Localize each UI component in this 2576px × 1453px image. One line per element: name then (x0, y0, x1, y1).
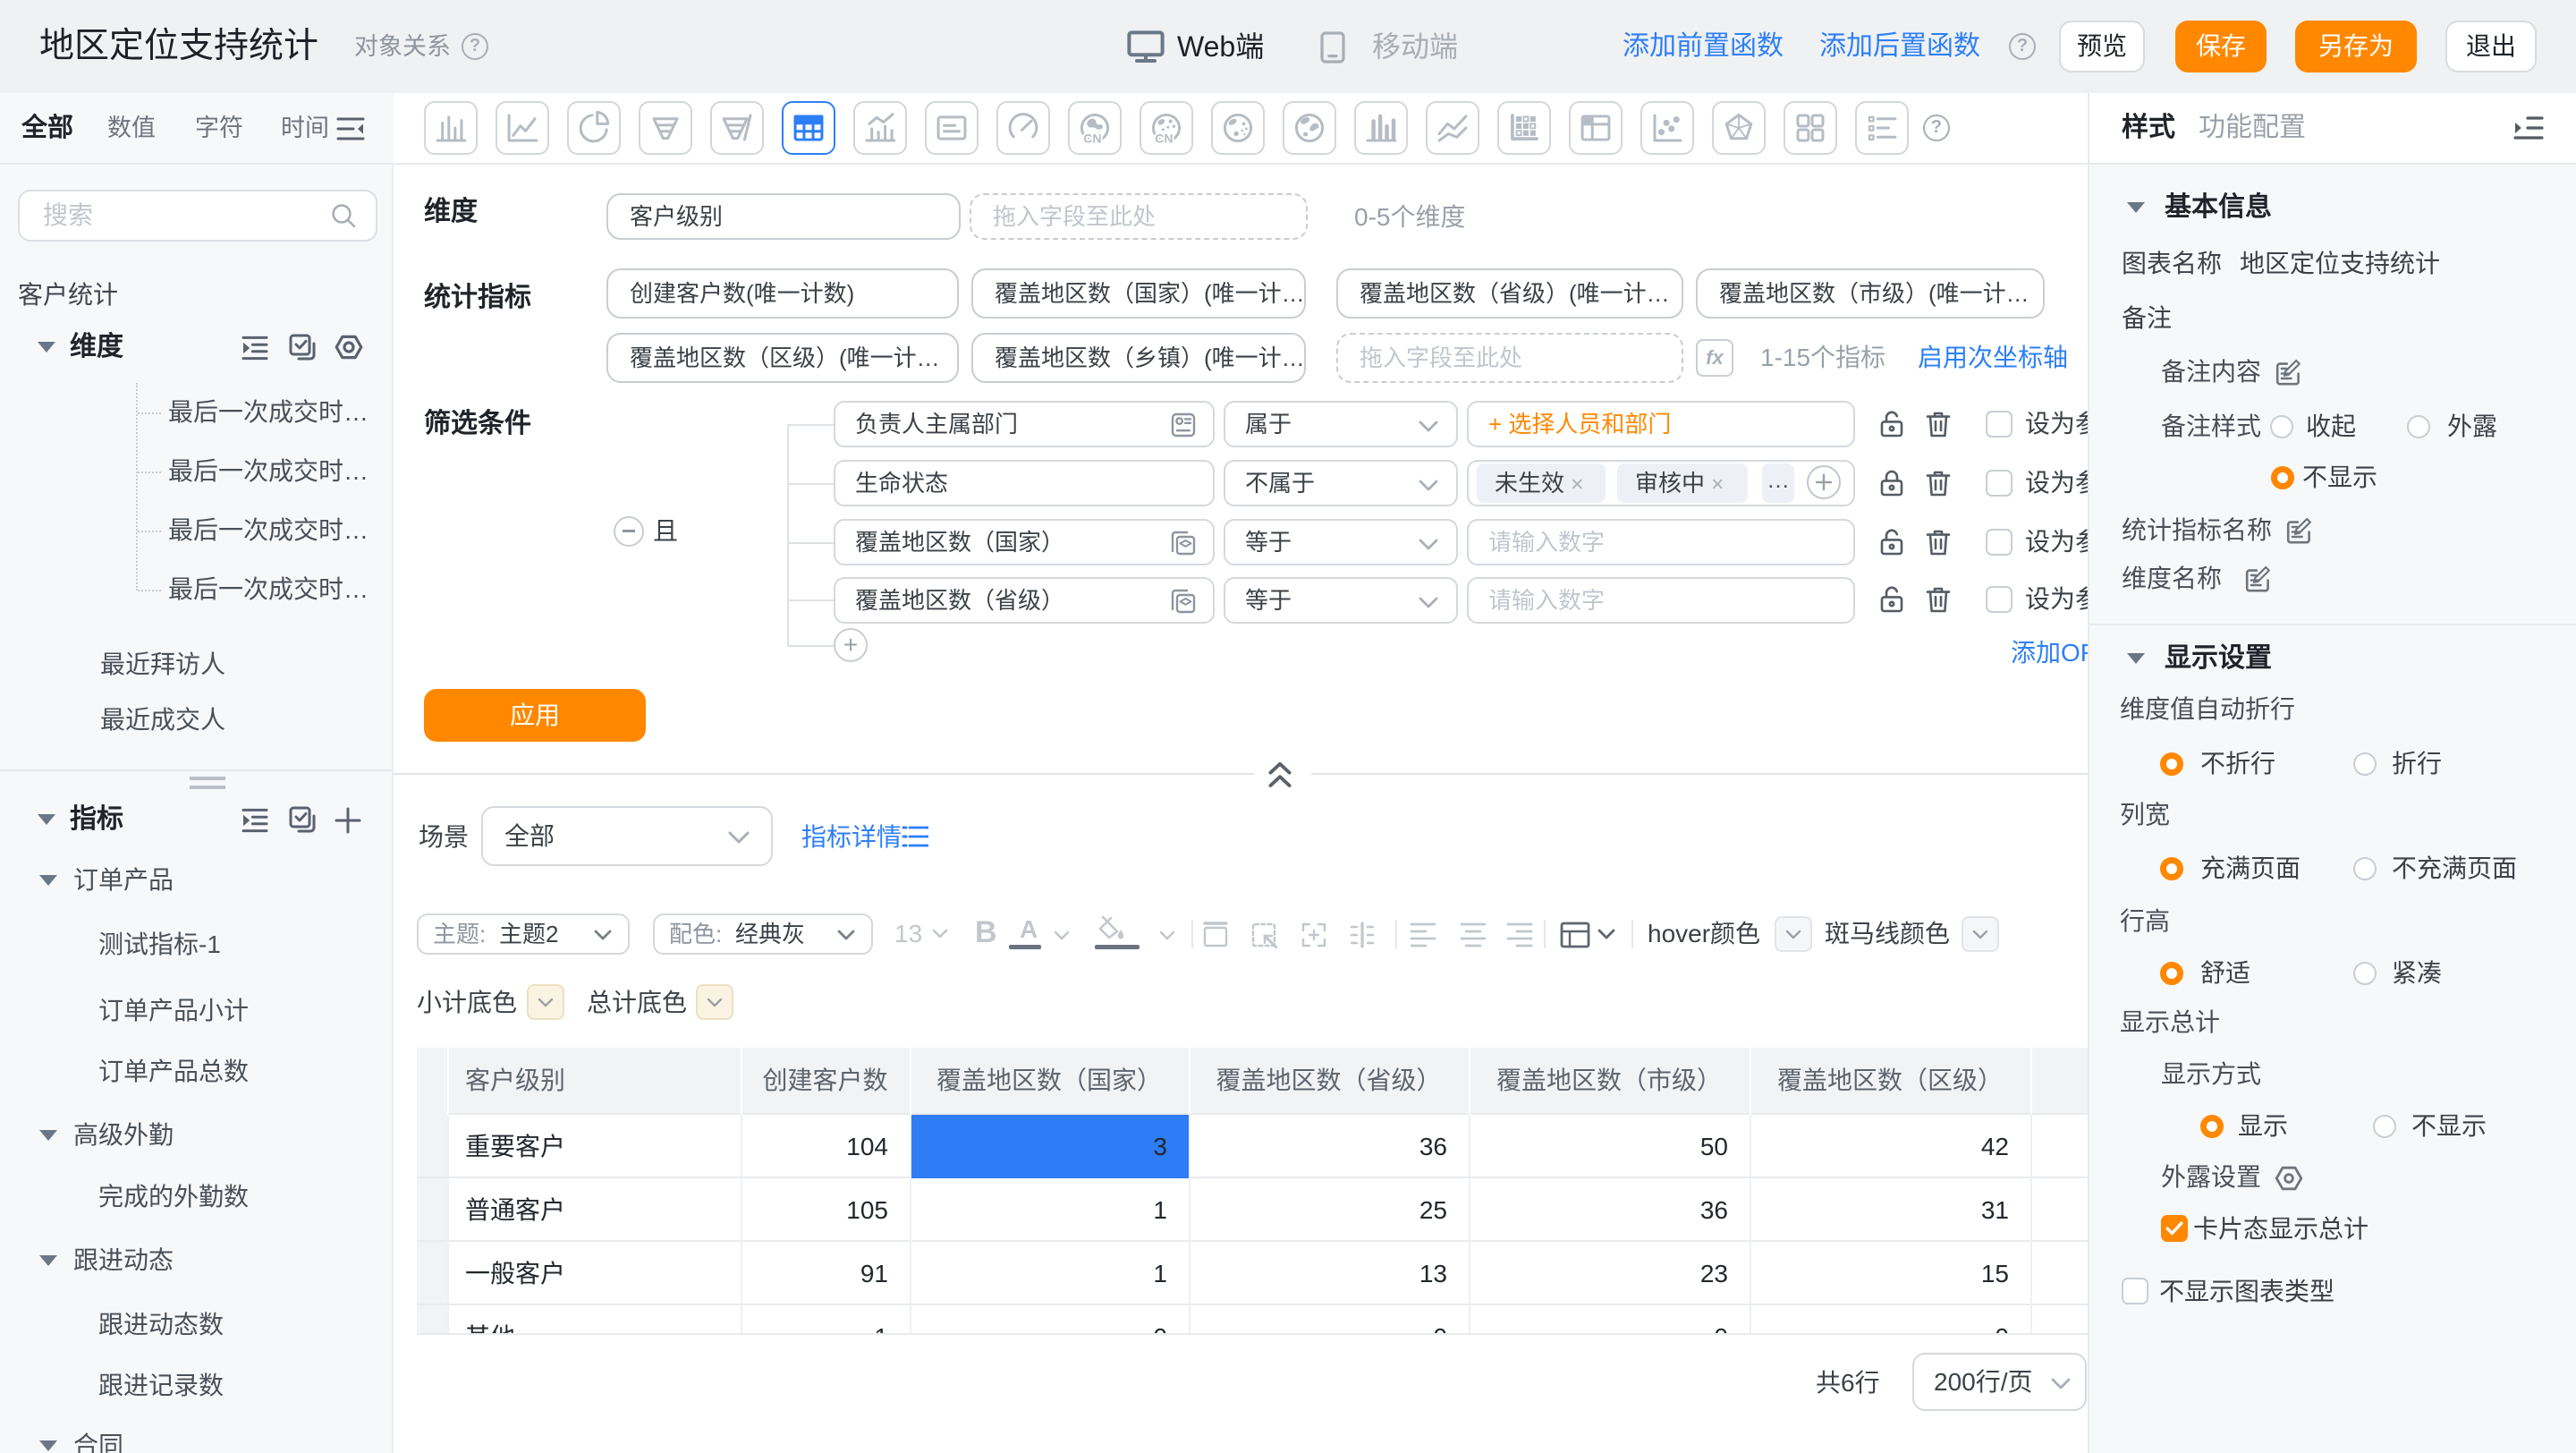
svg-text:CN: CN (1083, 131, 1101, 145)
svg-text:CN: CN (1155, 131, 1173, 145)
